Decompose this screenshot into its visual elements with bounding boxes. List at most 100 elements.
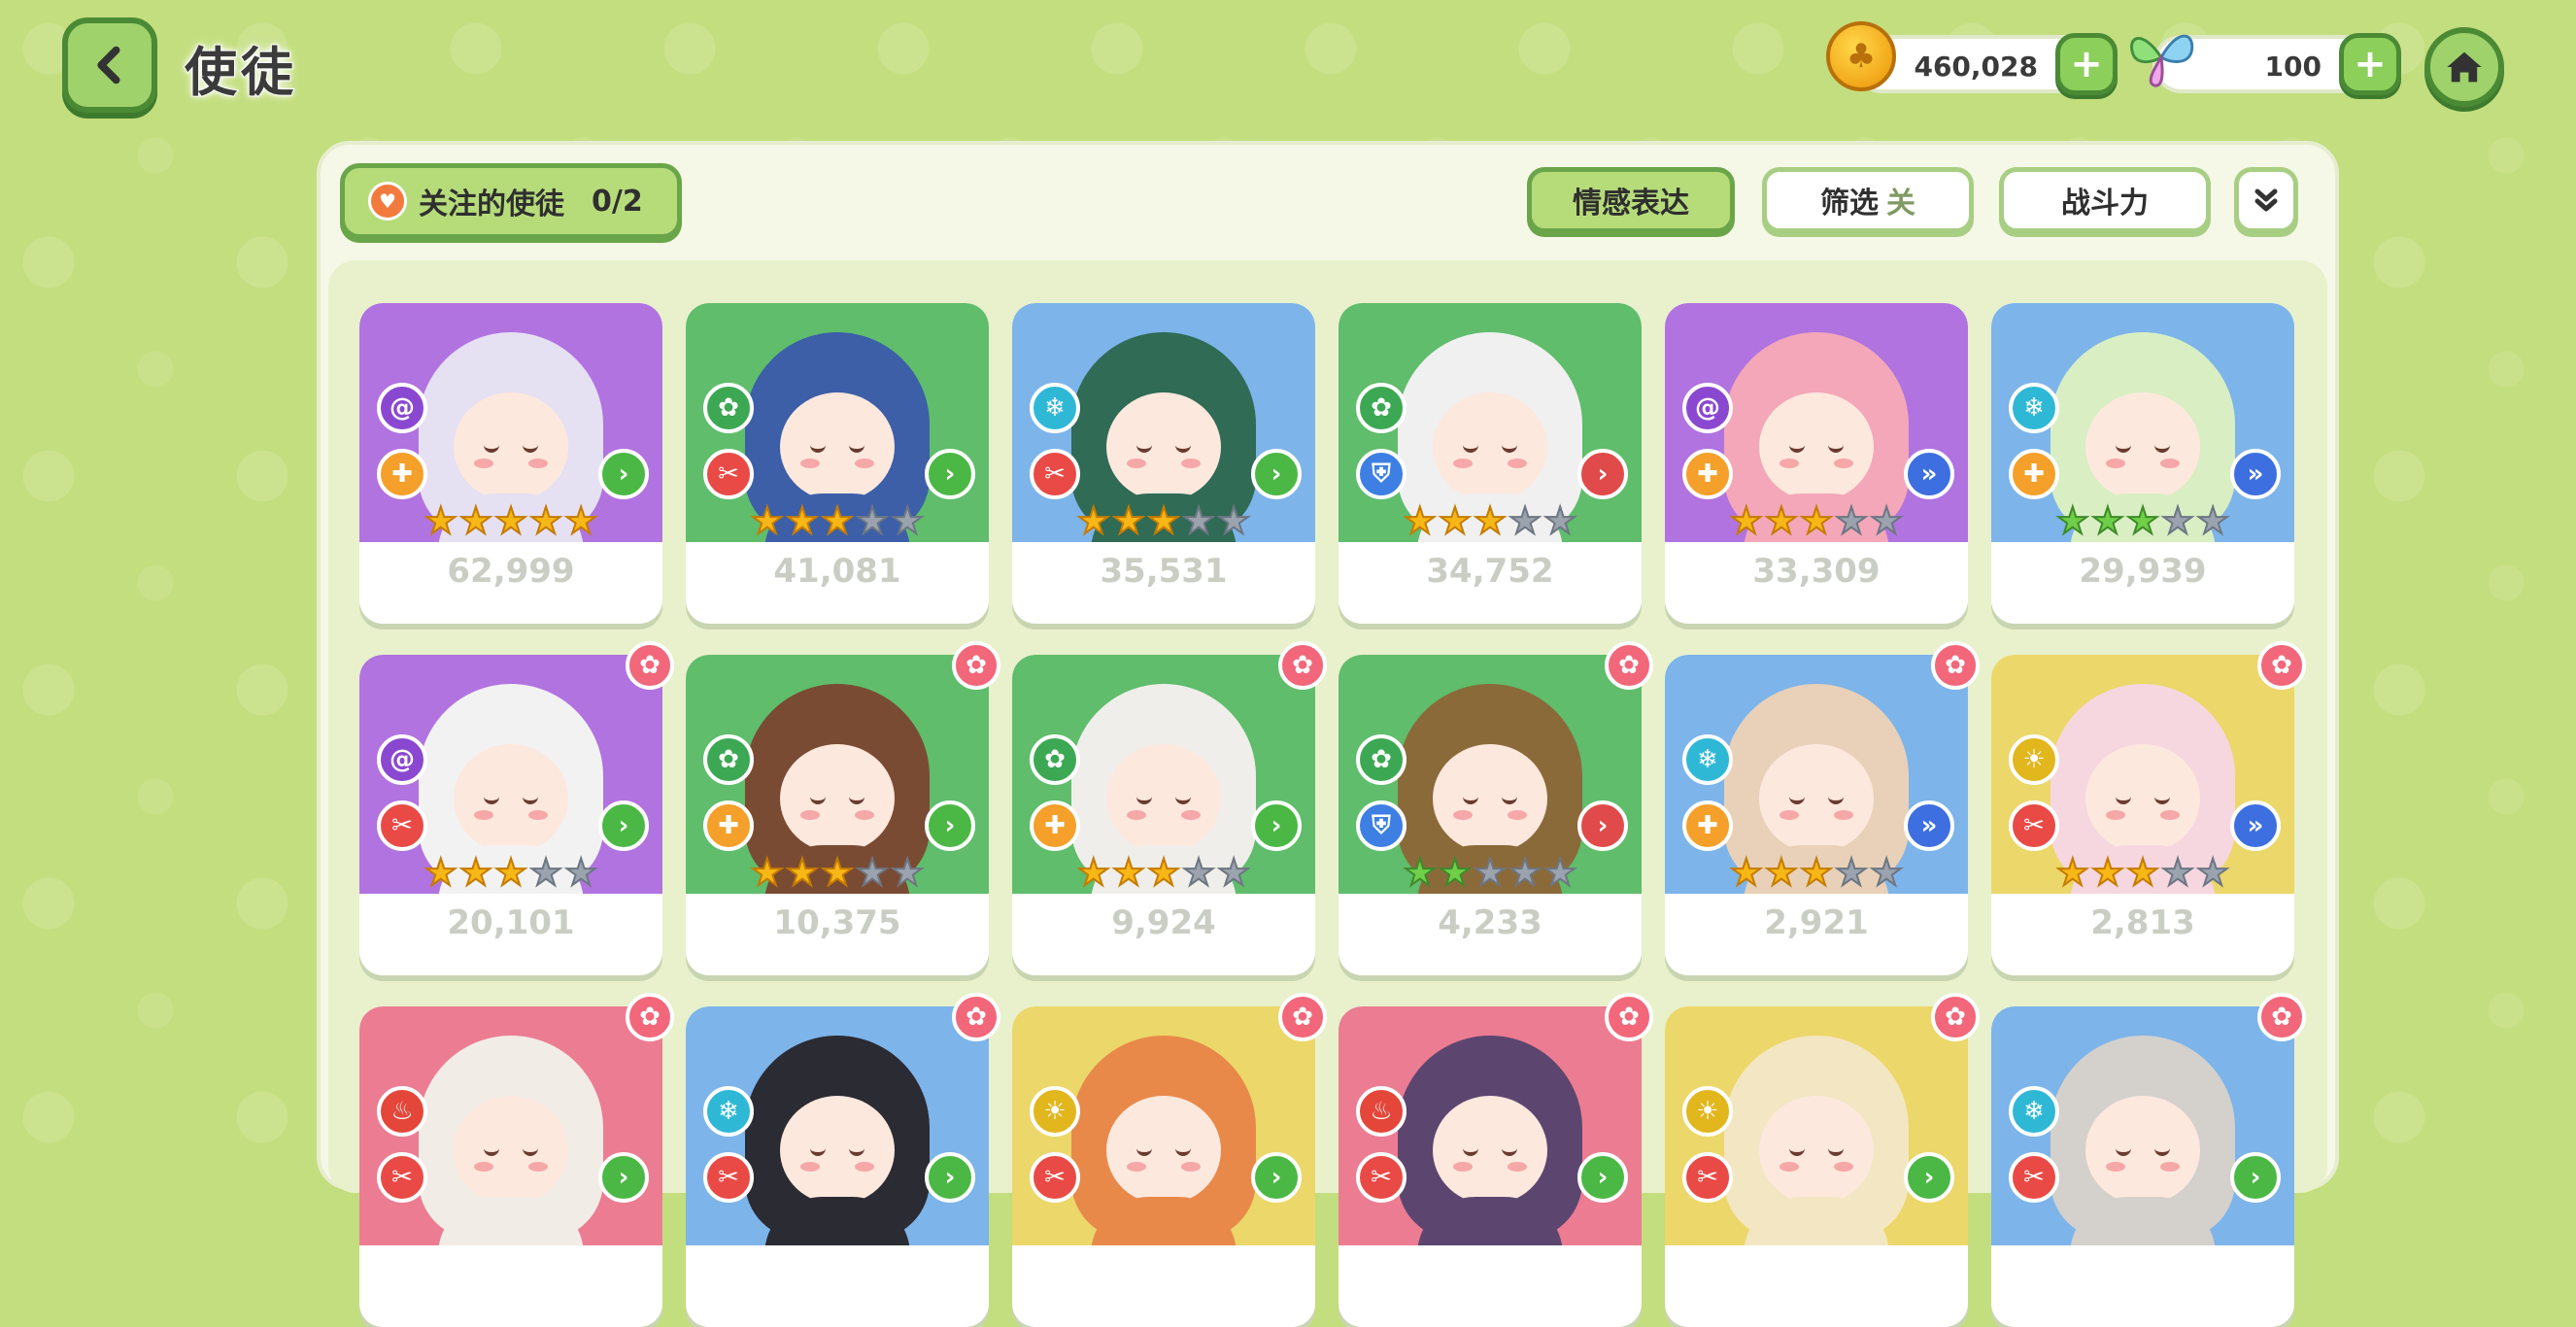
star-empty-icon: ★ (890, 499, 925, 542)
sort-power-button[interactable]: 战斗力 (1999, 167, 2211, 233)
apostle-card[interactable]: ✿ ⛨ › ★ ★ ★ ★ ★ 34,752 (1339, 303, 1642, 624)
snowflake-icon: ❄ (2009, 383, 2059, 433)
star-empty-icon: ★ (1869, 851, 1904, 894)
star-empty-icon: ★ (2195, 851, 2230, 894)
followed-apostles-button[interactable]: ♥ 关注的使徒 0/2 (340, 163, 682, 239)
sword-icon: ✂ (1682, 1152, 1733, 1203)
spiral-icon: @ (377, 383, 427, 433)
favorite-flower-icon[interactable]: ✿ (626, 993, 674, 1041)
favorite-flower-icon[interactable]: ✿ (1278, 993, 1327, 1041)
add-gold-button[interactable]: + (2055, 33, 2118, 95)
favorite-flower-icon[interactable]: ✿ (1931, 641, 1980, 690)
star-rating: ★ ★ ★ ★ ★ (1403, 851, 1577, 894)
chevron-right-icon: › (1251, 1152, 1302, 1203)
star-empty-icon: ★ (1508, 851, 1542, 894)
favorite-flower-icon[interactable]: ✿ (1605, 641, 1653, 690)
snowflake-icon: ❄ (2009, 1086, 2059, 1137)
star-empty-icon: ★ (1181, 851, 1216, 894)
chevron-right-icon: › (598, 1152, 649, 1203)
star-filled-icon: ★ (528, 499, 563, 542)
sun-icon: ☀ (1682, 1086, 1733, 1137)
home-button[interactable] (2424, 27, 2504, 107)
combat-power: 20,101 (447, 903, 575, 942)
snowflake-icon: ❄ (1682, 734, 1733, 785)
apostle-card[interactable]: ✿ ⛨ › ★ ★ ★ ★ ★ 4,233 (1339, 655, 1642, 975)
apostle-card[interactable]: ♨ ✂ › (359, 1006, 662, 1327)
star-filled-icon: ★ (493, 499, 528, 542)
apostle-card[interactable]: ☀ ✂ › (1012, 1006, 1315, 1327)
star-filled-icon: ★ (1146, 851, 1181, 894)
chevron-right-icon: › (598, 449, 649, 499)
star-filled-icon: ★ (1729, 499, 1764, 542)
apostle-card[interactable]: ✿ ✚ › ★ ★ ★ ★ ★ 9,924 (1012, 655, 1315, 975)
sort-label: 战斗力 (2061, 187, 2149, 221)
sword-icon: ✂ (1356, 1152, 1407, 1203)
spiral-icon: @ (1682, 383, 1733, 433)
sun-icon: ☀ (2009, 734, 2059, 785)
star-rating: ★ ★ ★ ★ ★ (1076, 499, 1251, 542)
star-empty-icon: ★ (1181, 499, 1216, 542)
star-empty-icon: ★ (563, 851, 598, 894)
heart-icon: ♥ (368, 182, 407, 221)
star-rating: ★ ★ ★ ★ ★ (1729, 851, 1904, 894)
back-button[interactable] (62, 17, 157, 113)
favorite-flower-icon[interactable]: ✿ (952, 993, 1000, 1041)
apostle-card[interactable]: ❄ ✂ › (1991, 1006, 2294, 1327)
star-empty-icon: ★ (2195, 499, 2230, 542)
shield-icon: ⛨ (1356, 449, 1407, 499)
emotion-button[interactable]: 情感表达 (1527, 167, 1735, 233)
sort-order-toggle[interactable] (2234, 167, 2298, 233)
star-empty-icon: ★ (1869, 499, 1904, 542)
snowflake-icon: ❄ (703, 1086, 754, 1137)
star-empty-icon: ★ (855, 851, 890, 894)
star-filled-icon: ★ (458, 851, 493, 894)
gem-amount: 100 (2264, 51, 2322, 83)
clover-icon: ✿ (1030, 734, 1080, 785)
apostle-card[interactable]: ❄ ✚» ★ ★ ★ ★ ★ 29,939 (1991, 303, 2294, 624)
double-chevron-down-icon (2254, 188, 2278, 212)
apostle-card[interactable]: ❄ ✂ › (686, 1006, 989, 1327)
favorite-flower-icon[interactable]: ✿ (2257, 993, 2306, 1041)
apostle-card[interactable]: ✿ ✚ › ★ ★ ★ ★ ★ 10,375 (686, 655, 989, 975)
star-empty-icon: ★ (855, 499, 890, 542)
combat-power: 2,813 (2090, 903, 2195, 942)
clover-icon: ✿ (703, 383, 754, 433)
star-filled-icon: ★ (2055, 851, 2090, 894)
apostle-card[interactable]: ♨ ✂ › (1339, 1006, 1642, 1327)
filter-button[interactable]: 筛选 关 (1762, 167, 1974, 233)
favorite-flower-icon[interactable]: ✿ (1931, 993, 1980, 1041)
flame-icon: ♨ (1356, 1086, 1407, 1137)
apostle-card[interactable]: ❄ ✂ › ★ ★ ★ ★ ★ 35,531 (1012, 303, 1315, 624)
star-empty-icon: ★ (890, 851, 925, 894)
star-empty-icon: ★ (1834, 851, 1869, 894)
apostle-card[interactable]: @ ✚ › ★ ★ ★ ★ ★ 62,999 (359, 303, 662, 624)
chevron-right-icon: › (598, 800, 649, 851)
favorite-flower-icon[interactable]: ✿ (952, 641, 1000, 690)
apostle-card[interactable]: ❄ ✚» ★ ★ ★ ★ ★ 2,921 (1665, 655, 1968, 975)
favorite-flower-icon[interactable]: ✿ (626, 641, 674, 690)
star-empty-icon: ★ (2160, 499, 2195, 542)
star-filled-icon: ★ (2090, 499, 2125, 542)
favorite-flower-icon[interactable]: ✿ (1605, 993, 1653, 1041)
chevron-right-icon: › (1904, 1152, 1954, 1203)
star-rating: ★ ★ ★ ★ ★ (1076, 851, 1251, 894)
add-gem-button[interactable]: + (2339, 33, 2401, 95)
apostle-card[interactable]: @ ✂ › ★ ★ ★ ★ ★ 20,101 (359, 655, 662, 975)
star-filled-icon: ★ (1799, 851, 1834, 894)
star-filled-icon: ★ (458, 499, 493, 542)
star-rating: ★ ★ ★ ★ ★ (1729, 499, 1904, 542)
favorite-flower-icon[interactable]: ✿ (2257, 641, 2306, 690)
top-bar: 使徒 ♣ 460,028 + 100 + (0, 0, 2576, 136)
favorite-flower-icon[interactable]: ✿ (1278, 641, 1327, 690)
sword-icon: ✂ (2009, 800, 2059, 851)
sun-icon: ☀ (1030, 1086, 1080, 1137)
double-chevron-icon: » (2230, 449, 2281, 499)
combat-power: 41,081 (773, 552, 901, 591)
apostle-card[interactable]: ☀ ✂» ★ ★ ★ ★ ★ 2,813 (1991, 655, 2294, 975)
star-filled-icon: ★ (785, 851, 820, 894)
apostle-card[interactable]: ✿ ✂ › ★ ★ ★ ★ ★ 41,081 (686, 303, 989, 624)
gold-amount: 460,028 (1914, 51, 2038, 83)
star-filled-icon: ★ (1111, 851, 1146, 894)
apostle-card[interactable]: ☀ ✂ › (1665, 1006, 1968, 1327)
apostle-card[interactable]: @ ✚» ★ ★ ★ ★ ★ 33,309 (1665, 303, 1968, 624)
